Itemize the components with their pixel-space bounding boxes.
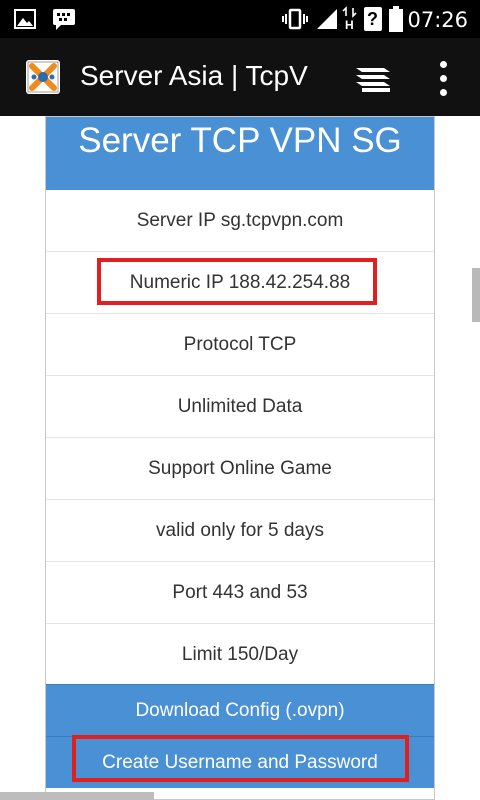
vibrate-icon <box>282 8 308 30</box>
unlimited-data-row: Unlimited Data <box>46 376 434 438</box>
horizontal-scrollbar[interactable] <box>0 792 154 800</box>
server-card: Server TCP VPN SG Server IP sg.tcpvpn.co… <box>45 116 435 800</box>
server-title: Server TCP VPN SG <box>46 117 434 190</box>
server-ip-row: Server IP sg.tcpvpn.com <box>46 190 434 252</box>
create-account-highlight <box>72 735 409 782</box>
signal-icon <box>317 9 337 29</box>
h-data-label: H <box>345 18 354 32</box>
online-game-row: Support Online Game <box>46 438 434 500</box>
status-bar: H ? 07:26 <box>0 0 480 38</box>
download-config-button[interactable]: Download Config (.ovpn) <box>46 684 434 736</box>
image-icon <box>14 9 36 29</box>
tcpvpn-logo-icon <box>26 60 60 94</box>
no-sim-icon: ? <box>364 7 382 31</box>
port-row: Port 443 and 53 <box>46 562 434 624</box>
app-bar: Server Asia | TcpV <box>0 38 480 116</box>
overflow-dot <box>440 61 447 68</box>
protocol-row: Protocol TCP <box>46 314 434 376</box>
stack-menu-icon[interactable] <box>354 62 392 94</box>
overflow-dot <box>440 75 447 82</box>
overflow-dot <box>440 89 447 96</box>
h-data-icon: H <box>342 6 358 34</box>
numeric-ip-highlight <box>97 258 377 305</box>
limit-row: Limit 150/Day <box>46 624 434 686</box>
status-time: 07:26 <box>407 8 468 32</box>
bbm-icon <box>53 9 75 30</box>
validity-row: valid only for 5 days <box>46 500 434 562</box>
no-sim-label: ? <box>367 9 378 29</box>
overflow-menu-icon[interactable] <box>432 58 456 98</box>
vertical-scrollbar[interactable] <box>472 268 480 322</box>
app-title: Server Asia | TcpV <box>80 60 308 91</box>
battery-icon <box>389 6 403 32</box>
